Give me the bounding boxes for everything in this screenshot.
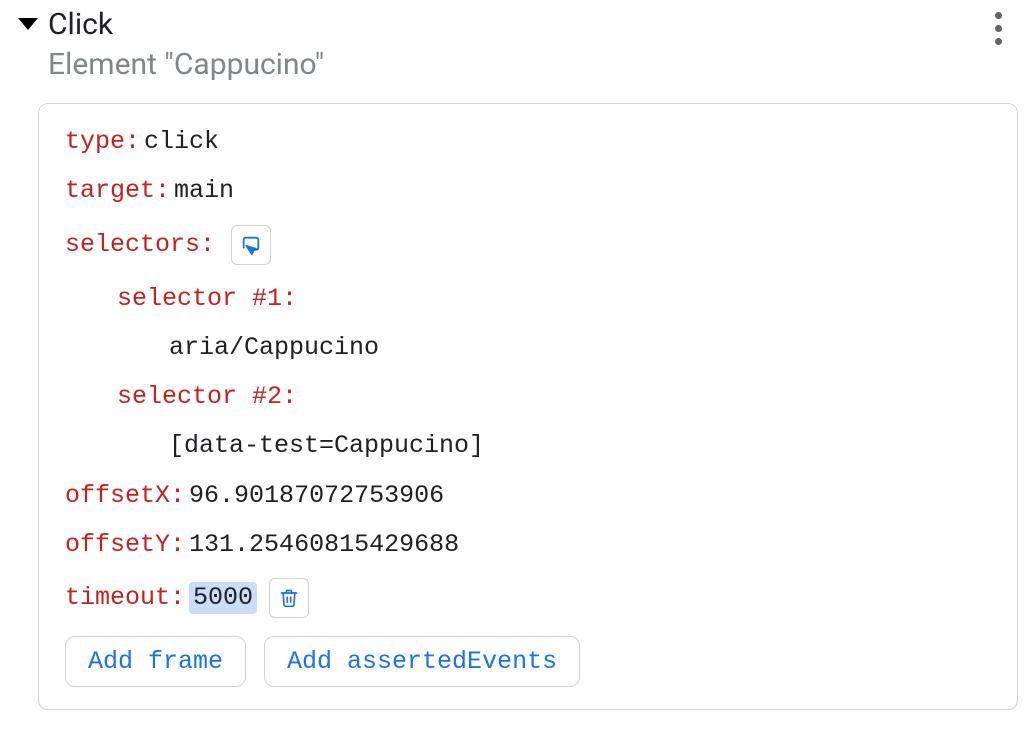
select-element-icon	[240, 234, 262, 256]
prop-type[interactable]: type: click	[65, 126, 991, 157]
add-frame-button[interactable]: Add frame	[65, 636, 246, 687]
select-element-button[interactable]	[231, 225, 271, 265]
selector-2-value[interactable]: [data-test=Cappucino]	[169, 430, 991, 461]
selector-1[interactable]: selector #1:	[117, 283, 991, 314]
selector-2[interactable]: selector #2:	[117, 381, 991, 412]
prop-key: target	[65, 175, 155, 206]
kebab-dot-icon	[995, 25, 1002, 32]
prop-key: type	[65, 126, 125, 157]
prop-selectors[interactable]: selectors:	[65, 225, 991, 265]
prop-key: offsetY	[65, 529, 170, 560]
trash-icon	[279, 588, 299, 608]
prop-value: click	[144, 126, 219, 157]
prop-value: 131.25460815429688	[189, 529, 459, 560]
prop-value: aria/Cappucino	[169, 332, 379, 363]
step-details-panel: type: click target: main selectors: sele…	[38, 103, 1018, 710]
prop-timeout[interactable]: timeout: 5000	[65, 578, 991, 618]
prop-key: selector #1	[117, 283, 282, 314]
prop-offsetx[interactable]: offsetX: 96.90187072753906	[65, 480, 991, 511]
prop-value: 96.90187072753906	[189, 480, 444, 511]
add-asserted-events-button[interactable]: Add assertedEvents	[264, 636, 580, 687]
prop-key: timeout	[65, 582, 170, 613]
step-subtitle: Element "Cappucino"	[48, 46, 324, 84]
prop-value[interactable]: 5000	[189, 582, 257, 613]
prop-value: [data-test=Cappucino]	[169, 430, 484, 461]
prop-offsety[interactable]: offsetY: 131.25460815429688	[65, 529, 991, 560]
step-title: Click	[48, 6, 324, 44]
prop-key: offsetX	[65, 480, 170, 511]
step-header: Click Element "Cappucino"	[14, 6, 1018, 83]
collapse-caret-icon[interactable]	[18, 18, 38, 30]
prop-target[interactable]: target: main	[65, 175, 991, 206]
prop-value: main	[174, 175, 234, 206]
selector-1-value[interactable]: aria/Cappucino	[169, 332, 991, 363]
prop-key: selector #2	[117, 381, 282, 412]
delete-timeout-button[interactable]	[269, 578, 309, 618]
prop-key: selectors	[65, 229, 200, 260]
more-options-button[interactable]	[978, 6, 1018, 45]
kebab-dot-icon	[995, 38, 1002, 45]
kebab-dot-icon	[995, 12, 1002, 19]
